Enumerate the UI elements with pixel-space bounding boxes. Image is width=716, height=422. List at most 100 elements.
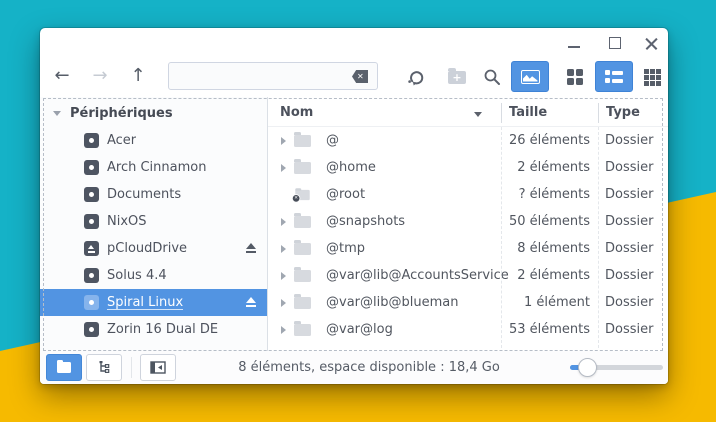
file-row[interactable]: @snapshots 50 éléments Dossier: [268, 208, 668, 235]
file-name: @root: [318, 187, 519, 202]
no-access-emblem-icon: [292, 194, 301, 203]
places-sidebar-toggle-button[interactable]: [46, 354, 82, 381]
file-name: @var@lib@AccountsService: [318, 268, 517, 283]
sidebar-item[interactable]: Zorin 16 Dual DE: [40, 316, 267, 343]
reload-button[interactable]: [407, 68, 426, 86]
statusbar: 8 éléments, espace disponible : 18,4 Go: [40, 351, 668, 384]
drive-icon: [84, 187, 99, 202]
sidebar-item[interactable]: Spiral Linux: [40, 289, 267, 316]
column-header-type[interactable]: Type: [606, 105, 640, 120]
list-header: Nom Taille Type: [268, 100, 668, 127]
status-text: 8 éléments, espace disponible : 18,4 Go: [190, 351, 548, 384]
toolbar: ← → ↑: [40, 56, 668, 97]
minimize-icon[interactable]: [568, 38, 580, 50]
sidebar-item-label: pCloudDrive: [107, 241, 187, 256]
file-row[interactable]: @var@log 53 éléments Dossier: [268, 316, 668, 343]
list-view-button[interactable]: [595, 61, 633, 92]
sidebar-item-label: Arch Cinnamon: [107, 160, 206, 175]
expander-icon[interactable]: [281, 245, 286, 253]
file-row[interactable]: @var@lib@blueman 1 élément Dossier: [268, 289, 668, 316]
sidebar-item-label: Zorin 16 Dual DE: [107, 322, 218, 337]
sidebar-item-label: Documents: [107, 187, 181, 202]
list-view-icon: [605, 70, 623, 83]
file-row[interactable]: @tmp 8 éléments Dossier: [268, 235, 668, 262]
folder-icon: [294, 162, 311, 174]
icon-view-button[interactable]: [567, 69, 583, 85]
compact-view-button[interactable]: [644, 69, 661, 86]
file-row[interactable]: @ 26 éléments Dossier: [268, 127, 668, 154]
eject-icon[interactable]: [244, 243, 257, 254]
column-header-size[interactable]: Taille: [509, 105, 547, 120]
folder-icon: [294, 297, 311, 309]
close-icon[interactable]: [645, 37, 658, 50]
expander-icon[interactable]: [281, 218, 286, 226]
expander-icon[interactable]: [281, 164, 286, 172]
file-size: ? éléments: [519, 187, 590, 202]
file-size: 8 éléments: [517, 241, 590, 256]
column-header-name[interactable]: Nom: [280, 105, 313, 120]
drive-icon: [84, 322, 99, 337]
file-type: Dossier: [590, 268, 668, 283]
statusbar-separator: [131, 357, 132, 378]
file-row[interactable]: @var@lib@AccountsService 2 éléments Doss…: [268, 262, 668, 289]
drive-icon: [84, 241, 99, 256]
sidebar-item[interactable]: NixOS: [40, 208, 267, 235]
collapse-sidebar-icon: [150, 361, 166, 374]
tree-sidebar-toggle-button[interactable]: [86, 354, 122, 381]
location-search-input[interactable]: [168, 62, 378, 90]
file-type: Dossier: [590, 160, 668, 175]
sidebar-section-devices[interactable]: Périphériques: [40, 100, 267, 127]
file-name: @home: [318, 160, 517, 175]
maximize-icon[interactable]: [609, 37, 621, 49]
new-folder-button[interactable]: [448, 71, 466, 84]
file-row[interactable]: @home 2 éléments Dossier: [268, 154, 668, 181]
file-row[interactable]: @root ? éléments Dossier: [268, 181, 668, 208]
sidebar-item[interactable]: pCloudDrive: [40, 235, 267, 262]
zoom-slider[interactable]: [570, 351, 663, 384]
sidebar-item[interactable]: Solus 4.4: [40, 262, 267, 289]
back-button[interactable]: ←: [49, 64, 75, 88]
expander-icon[interactable]: [281, 326, 286, 334]
folder-icon: [294, 243, 311, 255]
titlebar[interactable]: [40, 28, 668, 56]
file-type: Dossier: [590, 295, 668, 310]
sidebar-item-label: Solus 4.4: [107, 268, 167, 283]
sidebar-item[interactable]: Acer: [40, 127, 267, 154]
file-type: Dossier: [590, 214, 668, 229]
collapse-triangle-icon[interactable]: [53, 111, 61, 116]
sidebar-item-label: Spiral Linux: [107, 295, 183, 310]
file-size: 2 éléments: [517, 160, 590, 175]
folder-icon: [295, 189, 309, 199]
column-separator[interactable]: [501, 103, 502, 123]
folder-icon: [57, 362, 71, 373]
sidebar-item[interactable]: Arch Cinnamon: [40, 154, 267, 181]
sidebar-item[interactable]: Documents: [40, 181, 267, 208]
file-size: 53 éléments: [509, 322, 590, 337]
hide-sidebar-button[interactable]: [140, 354, 176, 381]
file-name: @var@lib@blueman: [318, 295, 524, 310]
eject-icon[interactable]: [244, 297, 257, 308]
file-manager-window: ← → ↑: [40, 28, 668, 384]
thumbnails-view-button[interactable]: [511, 61, 549, 92]
tree-icon: [97, 361, 112, 374]
expander-icon[interactable]: [281, 299, 286, 307]
file-name: @: [318, 133, 509, 148]
file-type: Dossier: [590, 322, 668, 337]
folder-icon: [294, 135, 311, 147]
expander-icon[interactable]: [281, 137, 286, 145]
folder-icon: [294, 270, 311, 282]
file-type: Dossier: [590, 241, 668, 256]
zoom-slider-handle[interactable]: [578, 358, 597, 377]
forward-button[interactable]: →: [87, 64, 113, 88]
up-button[interactable]: ↑: [125, 64, 151, 88]
file-size: 26 éléments: [509, 133, 590, 148]
expander-icon[interactable]: [281, 272, 286, 280]
file-type: Dossier: [590, 187, 668, 202]
file-name: @tmp: [318, 241, 517, 256]
drive-icon: [84, 214, 99, 229]
content-area: Périphériques Acer Arch Cinnamon Documen…: [40, 97, 668, 351]
column-separator[interactable]: [598, 103, 599, 123]
search-icon[interactable]: [483, 68, 501, 86]
file-name: @snapshots: [318, 214, 509, 229]
sidebar-section-label: Périphériques: [70, 106, 173, 121]
